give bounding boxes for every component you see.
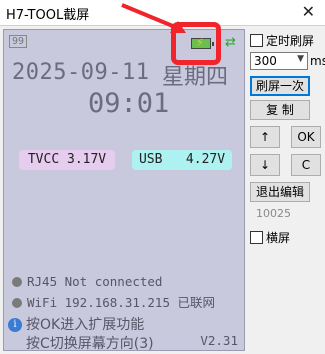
hint-ok: 按OK进入扩展功能 — [26, 317, 145, 333]
usb-badge: USB 4.27V — [132, 150, 232, 170]
weekday-display: 星期四 — [162, 65, 229, 90]
interval-unit: ms — [310, 54, 325, 68]
refresh-once-button[interactable]: 刷屏一次 — [250, 76, 310, 96]
status-dot-icon — [12, 277, 22, 287]
ok-button[interactable]: OK — [291, 126, 321, 148]
chevron-down-icon: ▼ — [297, 54, 304, 64]
close-button[interactable]: ✕ — [302, 2, 315, 21]
window-title: H7-TOOL截屏 — [6, 8, 90, 23]
value-readout: 10025 — [256, 207, 291, 220]
checkbox-box[interactable] — [250, 34, 263, 47]
checkbox-box[interactable] — [250, 231, 263, 244]
interval-select[interactable]: 300 ▼ — [250, 52, 308, 70]
device-screen: 99 ⚡ ⇄ 2025-09-11 星期四 09:01 TVCC 3.17V U… — [3, 22, 245, 352]
landscape-checkbox[interactable]: 横屏 — [250, 229, 290, 246]
date-display: 2025-09-11 — [12, 60, 150, 85]
bolt-icon: ⚡ — [196, 36, 204, 49]
version-label: V2.31 — [200, 333, 238, 348]
c-button[interactable]: C — [291, 154, 321, 176]
timed-refresh-checkbox[interactable]: 定时刷屏 — [250, 32, 314, 49]
title-bar: H7-TOOL截屏 ✕ — [0, 0, 325, 26]
tvcc-badge: TVCC 3.17V — [19, 150, 115, 170]
copy-button[interactable]: 复 制 — [250, 100, 310, 120]
rj45-status: RJ45 Not connected — [12, 274, 162, 289]
wifi-status: WiFi 192.168.31.215 已联网 — [12, 292, 215, 311]
hint-c: 按C切换屏幕方向(3) — [26, 336, 154, 352]
status-dot-icon — [12, 298, 22, 308]
badge-99: 99 — [9, 35, 28, 48]
exit-edit-button[interactable]: 退出编辑 — [250, 182, 310, 202]
up-button[interactable]: ↑ — [250, 126, 280, 148]
time-display: 09:01 — [88, 88, 170, 119]
usb-connect-icon: ⇄ — [225, 35, 236, 50]
battery-icon: ⚡ — [191, 36, 214, 49]
down-button[interactable]: ↓ — [250, 154, 280, 176]
info-icon: i — [8, 318, 22, 332]
